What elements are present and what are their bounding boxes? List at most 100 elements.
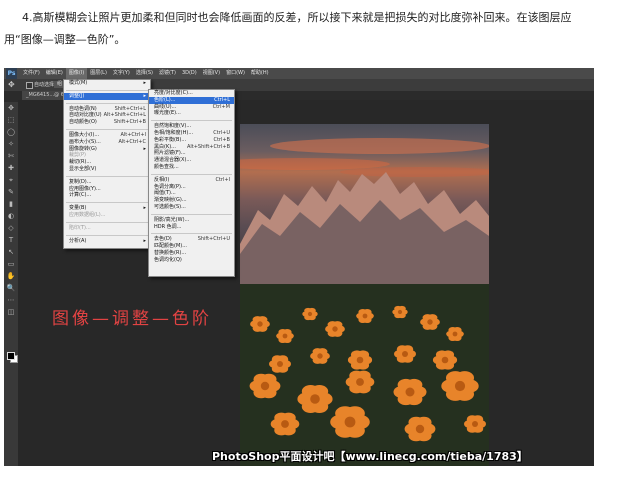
submenu-arrow-icon: ▸: [143, 92, 146, 99]
menu-item-label: 自动颜色(O): [69, 119, 97, 126]
tool-icon-6[interactable]: ⌖: [4, 174, 18, 186]
tool-icon-14[interactable]: ✋: [4, 270, 18, 282]
tool-icon-10[interactable]: ◇: [4, 222, 18, 234]
menu-separator: [66, 87, 148, 91]
photo-illustration: [240, 138, 489, 466]
menu-item[interactable]: 反相(I) Ctrl+I: [149, 177, 234, 184]
menu-item[interactable]: 通道混合器(X)...: [149, 157, 234, 164]
ps-logo: Ps: [6, 68, 17, 79]
menu-item-label: 色相/饱和度(H)...: [154, 129, 194, 136]
menu-item-label: 渐变映射(G)...: [154, 197, 187, 204]
menu-item-label: 图像旋转(G): [69, 145, 97, 152]
autoselect-label: 自动选择: [34, 82, 55, 88]
menu-item[interactable]: 分析(A) ▸: [64, 238, 150, 245]
menu-item[interactable]: 替换颜色(R)...: [149, 250, 234, 257]
menu-2[interactable]: 图像(I): [65, 68, 88, 79]
sunset-cloud: [240, 158, 390, 170]
menu-item[interactable]: 自然饱和度(V)...: [149, 123, 234, 130]
menu-item-label: 应用图像(Y)...: [69, 185, 101, 192]
menu-item[interactable]: 调整(J) ▸: [64, 92, 150, 100]
menu-item-label: 阴影/高光(W)...: [154, 216, 190, 223]
menu-item[interactable]: 匹配颜色(M)...: [149, 243, 234, 250]
menu-item[interactable]: 亮度/对比度(C)...: [149, 90, 234, 97]
menu-item-shortcut: Shift+Ctrl+L: [114, 105, 146, 112]
menu-item[interactable]: 色阶(L)... Ctrl+L: [149, 96, 234, 104]
tool-icon-2[interactable]: ◯: [4, 126, 18, 138]
tool-icon-5[interactable]: ✚: [4, 162, 18, 174]
menu-3[interactable]: 图层(L): [87, 68, 110, 79]
foreground-color-swatch[interactable]: [7, 352, 15, 360]
menu-4[interactable]: 文字(Y): [110, 68, 133, 79]
menu-item-label: 裁切(R)...: [69, 159, 92, 166]
menu-item[interactable]: 阴影/高光(W)...: [149, 217, 234, 224]
menu-item[interactable]: 变量(B) ▸: [64, 205, 150, 212]
autoselect-checkbox[interactable]: [26, 82, 33, 89]
menu-item[interactable]: 显示全部(V): [64, 166, 150, 173]
menu-item-shortcut: Alt+Ctrl+C: [118, 138, 146, 145]
tool-icon-9[interactable]: ◐: [4, 210, 18, 222]
menu-item-label: 黑白(K)...: [154, 143, 176, 150]
flower: [404, 416, 436, 442]
flower: [270, 412, 300, 436]
flower: [393, 378, 427, 406]
menu-7[interactable]: 3D(D): [179, 68, 200, 79]
menu-item[interactable]: 图像大小(I)... Alt+Ctrl+I: [64, 132, 150, 139]
move-tool-icon[interactable]: ✥: [8, 79, 15, 91]
menu-item[interactable]: HDR 色调...: [149, 224, 234, 231]
menu-item-label: 色调均化(Q): [154, 256, 182, 263]
tool-icon-17[interactable]: ◫: [4, 306, 18, 318]
tool-icon-7[interactable]: ✎: [4, 186, 18, 198]
menu-5[interactable]: 选择(S): [133, 68, 156, 79]
flower: [276, 328, 294, 344]
menu-item-shortcut: Shift+Ctrl+U: [197, 236, 230, 243]
menu-separator: [151, 171, 232, 175]
menu-item-shortcut: Ctrl+B: [213, 136, 230, 143]
menu-item[interactable]: 颜色查找...: [149, 164, 234, 171]
menu-item[interactable]: 曝光度(E)...: [149, 110, 234, 117]
menu-item-label: 自然饱和度(V)...: [154, 123, 192, 130]
menu-item[interactable]: 陷印(T)...: [64, 225, 150, 232]
menu-item-label: 色阶(L)...: [154, 96, 176, 103]
flower: [302, 307, 318, 321]
tool-icon-15[interactable]: 🔍: [4, 282, 18, 294]
menu-item[interactable]: 画布大小(S)... Alt+Ctrl+C: [64, 139, 150, 146]
menu-item[interactable]: 自动颜色(O) Shift+Ctrl+B: [64, 119, 150, 126]
flower: [310, 348, 330, 364]
tool-icon-12[interactable]: ↖: [4, 246, 18, 258]
menu-item[interactable]: 色调均化(Q): [149, 257, 234, 264]
submenu-arrow-icon: ▸: [143, 237, 146, 244]
flower: [464, 415, 486, 433]
menu-item-label: 曝光度(E)...: [154, 110, 181, 117]
menu-0[interactable]: 文件(F): [20, 68, 43, 79]
menu-9[interactable]: 窗口(W): [223, 68, 248, 79]
menu-item[interactable]: 模式(M) ▸: [64, 80, 150, 87]
menu-item-shortcut: Alt+Shift+Ctrl+L: [103, 112, 146, 119]
menu-10[interactable]: 帮助(H): [248, 68, 272, 79]
tool-icon-13[interactable]: ▭: [4, 258, 18, 270]
menu-6[interactable]: 滤镜(T): [156, 68, 179, 79]
tool-icon-11[interactable]: T: [4, 234, 18, 246]
tool-icon-0[interactable]: ✥: [4, 102, 18, 114]
tool-icon-16[interactable]: ⋯: [4, 294, 18, 306]
menu-8[interactable]: 视图(V): [200, 68, 223, 79]
menu-item-label: 画布大小(S)...: [69, 138, 101, 145]
menu-item[interactable]: 裁切(R)...: [64, 159, 150, 166]
menu-item[interactable]: 应用数据组(L)...: [64, 212, 150, 219]
menu-item-label: 阈值(T)...: [154, 190, 176, 197]
menu-item[interactable]: 色彩平衡(B)... Ctrl+B: [149, 137, 234, 144]
tool-icon-3[interactable]: ✧: [4, 138, 18, 150]
sunset-cloud: [270, 138, 489, 154]
menu-item[interactable]: 色相/饱和度(H)... Ctrl+U: [149, 130, 234, 137]
tool-icon-4[interactable]: ✄: [4, 150, 18, 162]
menu-item-label: 替换颜色(R)...: [154, 249, 187, 256]
adjust-submenu: 亮度/对比度(C)... 色阶(L)... Ctrl+L 曲线(U)... Ctrl+M…: [148, 89, 235, 277]
menu-item[interactable]: 计算(C)...: [64, 192, 150, 199]
submenu-arrow-icon: ▸: [143, 80, 146, 86]
menu-item[interactable]: 复制(D)...: [64, 179, 150, 186]
menu-item-label: 复制(D)...: [69, 178, 92, 185]
menu-1[interactable]: 编辑(E): [43, 68, 66, 79]
menu-item[interactable]: 可选颜色(S)...: [149, 204, 234, 211]
tool-icon-8[interactable]: ▮: [4, 198, 18, 210]
tool-icon-1[interactable]: ⬚: [4, 114, 18, 126]
menu-item[interactable]: 渐变映射(G)...: [149, 197, 234, 204]
